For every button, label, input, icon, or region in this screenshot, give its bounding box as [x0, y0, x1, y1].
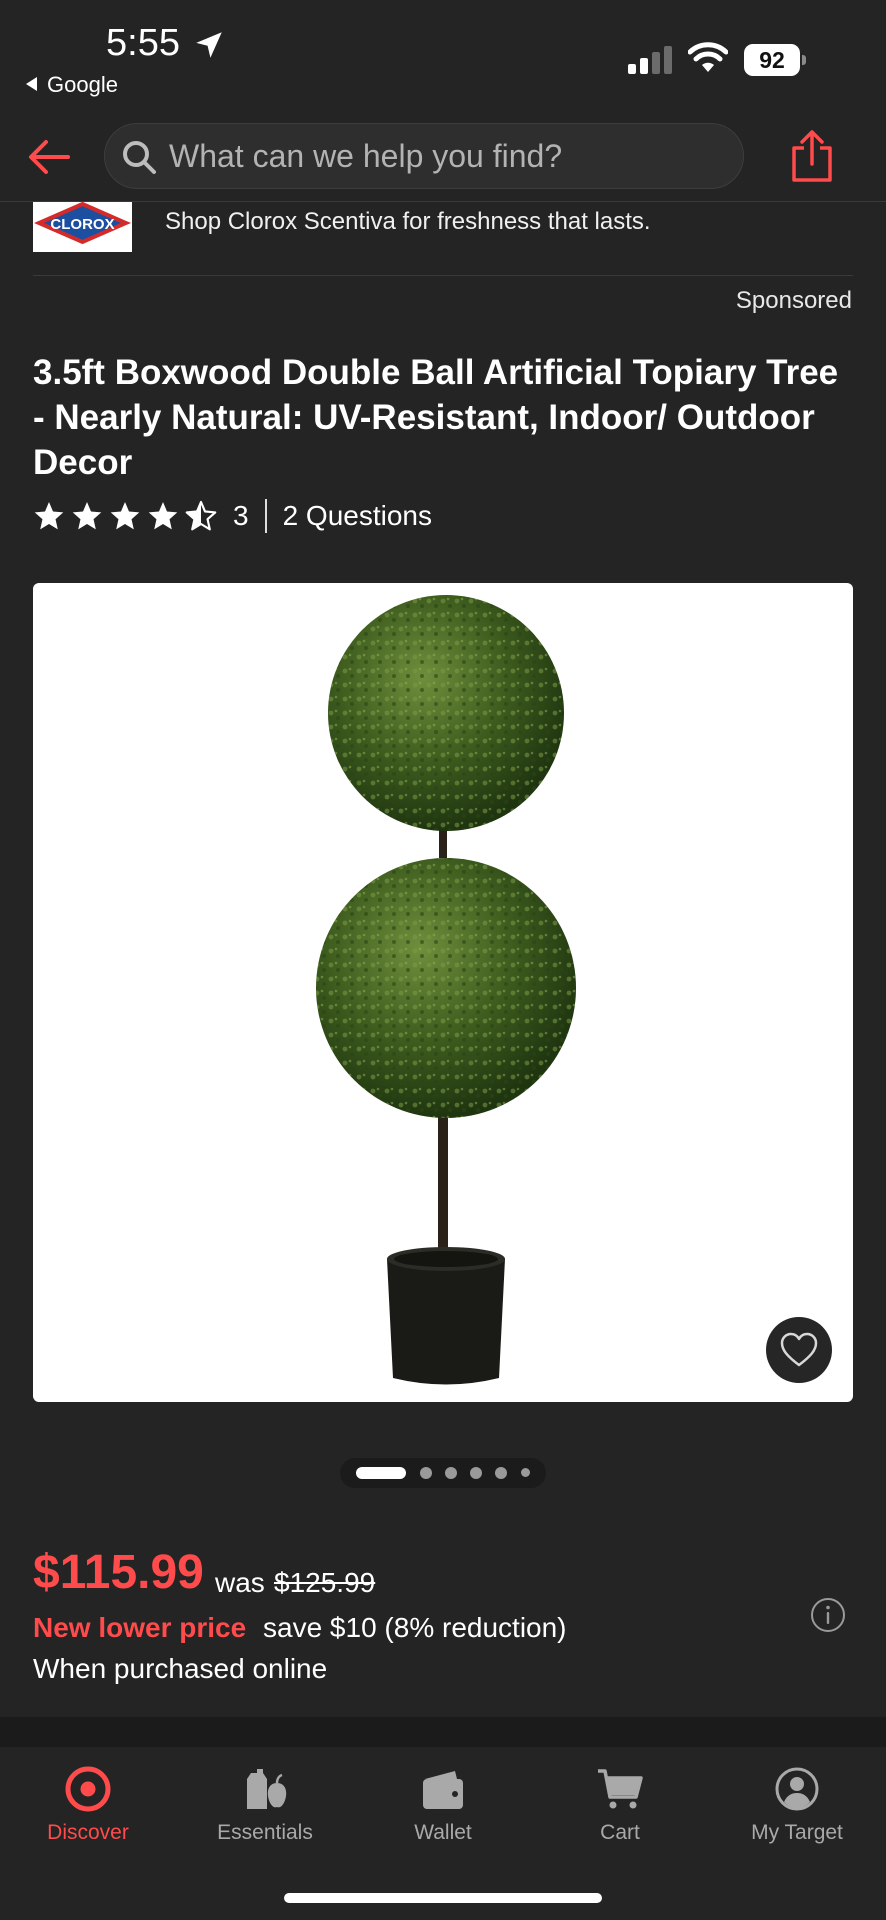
star-rating — [33, 500, 217, 532]
rating-separator — [264, 499, 267, 533]
profile-icon — [775, 1767, 819, 1811]
nav-label-my-target: My Target — [751, 1821, 843, 1844]
search-icon — [123, 141, 156, 174]
home-indicator[interactable] — [284, 1893, 602, 1903]
nav-divider — [0, 1717, 886, 1747]
clorox-logo-text: CLOROX — [50, 216, 114, 233]
wifi-icon — [688, 42, 728, 72]
back-triangle-icon — [26, 77, 37, 91]
search-input[interactable] — [169, 124, 729, 188]
target-icon — [65, 1766, 111, 1812]
topiary-tree-illustration — [316, 595, 576, 1385]
battery-indicator: 92 — [744, 44, 806, 76]
rating-count: 3 — [233, 500, 249, 531]
carousel-dots[interactable] — [340, 1458, 546, 1488]
star-full-icon — [110, 502, 140, 530]
star-full-icon — [148, 502, 178, 530]
product-image[interactable] — [33, 583, 853, 1402]
wallet-icon — [423, 1771, 463, 1809]
rating-row[interactable]: 3 2 Questions — [33, 496, 432, 536]
battery-level: 92 — [744, 44, 800, 76]
nav-label-discover: Discover — [47, 1821, 129, 1844]
purchase-condition: When purchased online — [33, 1653, 328, 1684]
back-arrow-icon[interactable] — [24, 132, 74, 182]
product-title: 3.5ft Boxwood Double Ball Artificial Top… — [33, 353, 839, 482]
star-full-icon — [72, 502, 102, 530]
nav-label-essentials: Essentials — [217, 1821, 313, 1844]
essentials-icon — [247, 1769, 287, 1809]
share-icon[interactable] — [788, 128, 836, 184]
cellular-signal-icon — [628, 46, 672, 74]
search-bar[interactable] — [104, 123, 744, 189]
carousel-dot[interactable] — [420, 1467, 432, 1479]
new-lower-price-label: New lower price — [33, 1612, 247, 1643]
was-label: was — [215, 1567, 265, 1598]
sponsored-label: Sponsored — [735, 287, 852, 314]
was-price: $125.99 — [274, 1567, 376, 1598]
location-arrow-icon — [196, 32, 222, 58]
nav-label-cart: Cart — [600, 1821, 640, 1844]
savings-text: save $10 (8% reduction) — [263, 1612, 567, 1643]
nav-item-my-target[interactable]: My Target — [709, 1747, 885, 1857]
cart-icon — [598, 1769, 643, 1809]
top-header — [0, 112, 886, 202]
back-app-label: Google — [47, 72, 118, 97]
carousel-dot[interactable] — [470, 1467, 482, 1479]
nav-item-wallet[interactable]: Wallet — [355, 1747, 531, 1857]
banner-text: Shop Clorox Scentiva for freshness that … — [165, 208, 651, 235]
questions-link[interactable]: 2 Questions — [283, 500, 432, 532]
status-bar: 5:55 Google 92 — [0, 0, 886, 110]
clorox-logo: CLOROX — [33, 202, 132, 252]
nav-item-discover[interactable]: Discover — [0, 1747, 176, 1857]
nav-item-essentials[interactable]: Essentials — [177, 1747, 353, 1857]
carousel-dot[interactable] — [521, 1468, 530, 1477]
heart-icon — [780, 1332, 818, 1367]
status-time: 5:55 — [106, 22, 180, 64]
battery-tip — [802, 55, 806, 65]
nav-item-cart[interactable]: Cart — [532, 1747, 708, 1857]
info-icon[interactable] — [810, 1597, 846, 1633]
carousel-dot[interactable] — [445, 1467, 457, 1479]
current-price: $115.99 — [33, 1546, 204, 1599]
sponsored-banner[interactable]: CLOROX Shop Clorox Scentiva for freshnes… — [0, 202, 886, 276]
star-full-icon — [34, 502, 64, 530]
carousel-dot[interactable] — [495, 1467, 507, 1479]
back-to-app-link[interactable]: Google — [26, 72, 118, 98]
carousel-dot-active[interactable] — [356, 1467, 406, 1479]
banner-divider — [33, 275, 853, 276]
star-half-icon — [185, 500, 217, 531]
favorite-button[interactable] — [766, 1317, 832, 1383]
nav-label-wallet: Wallet — [414, 1821, 472, 1844]
